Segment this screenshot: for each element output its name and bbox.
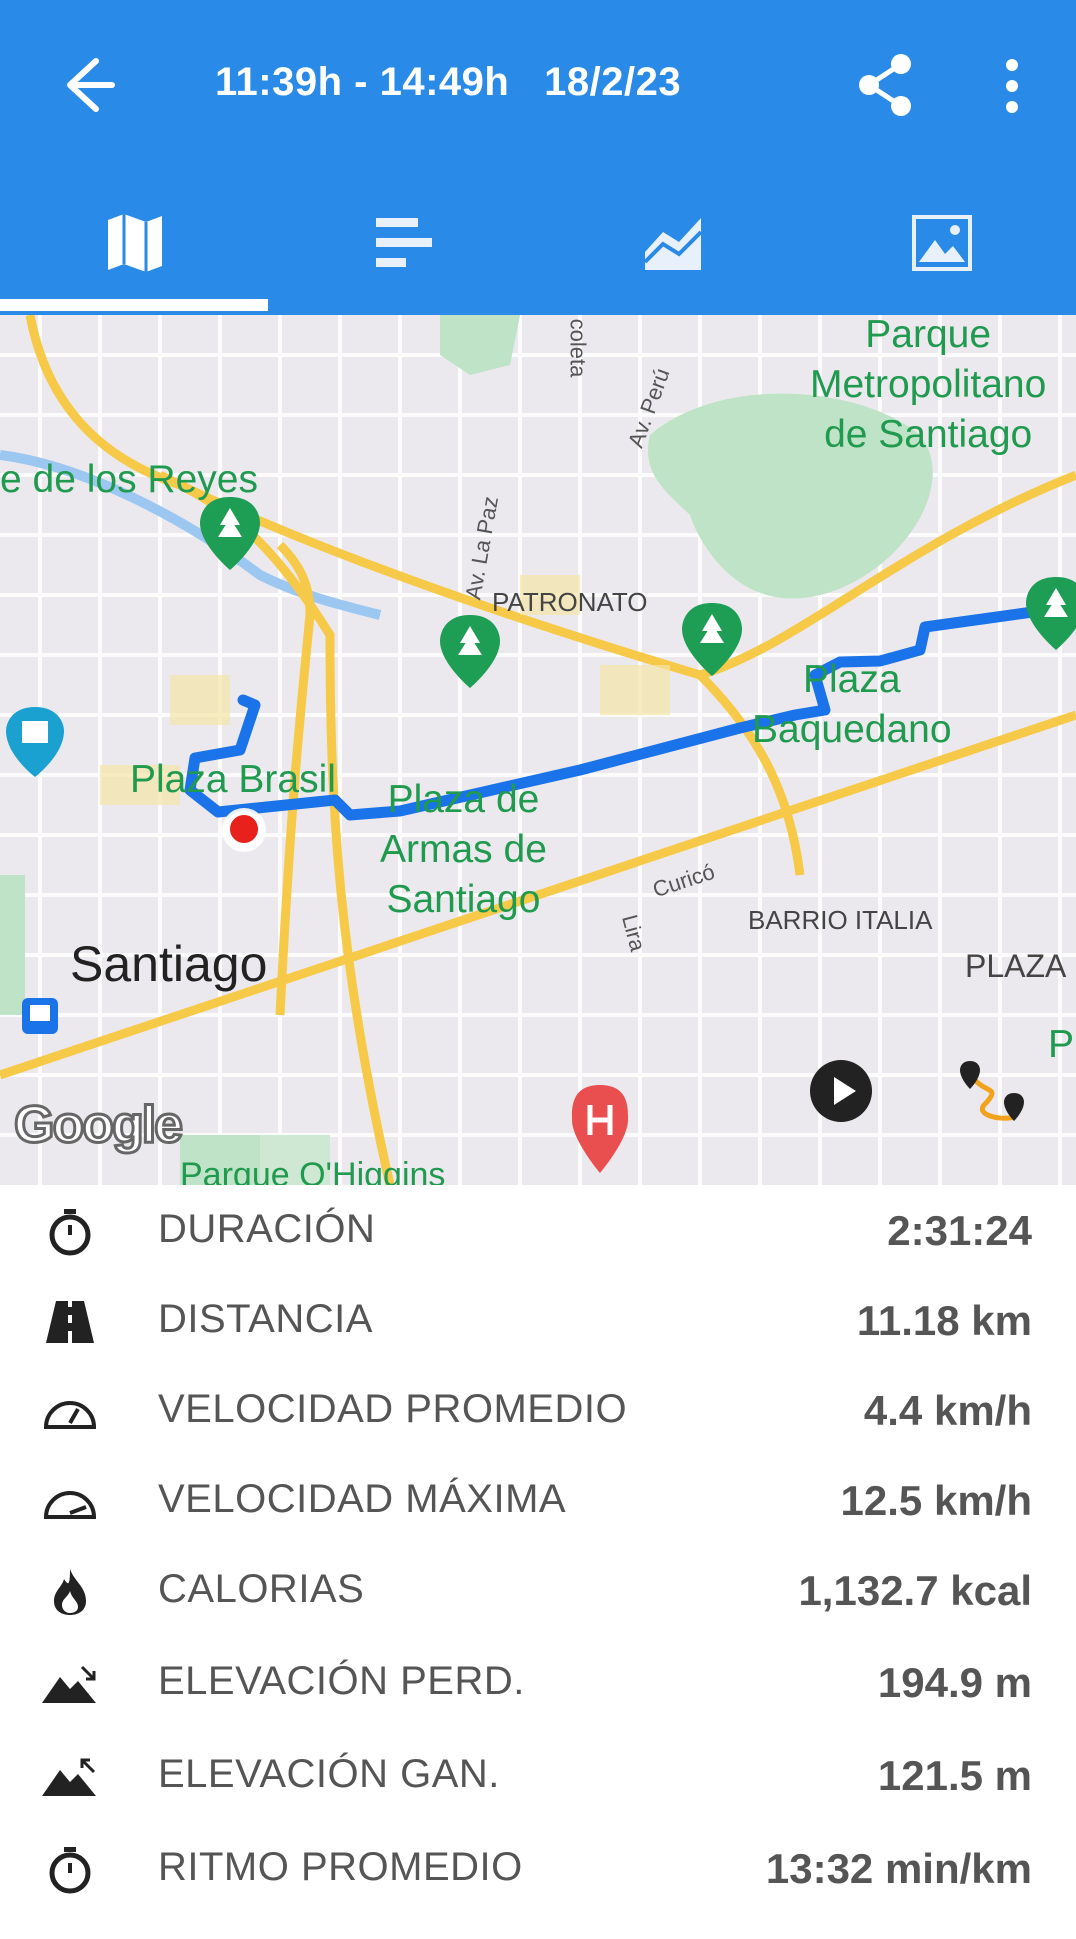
stat-label: VELOCIDAD PROMEDIO — [158, 1387, 628, 1431]
stat-row-distance: DISTANCIA 11.18 km — [0, 1275, 1076, 1365]
label-parque-metropolitano: Parque Metropolitano de Santiago — [810, 315, 1047, 456]
arrow-back-icon[interactable] — [50, 55, 120, 115]
tab-summary[interactable] — [269, 200, 538, 310]
stat-row-elevation-gain: ELEVACIÓN GAN. 121.5 m — [0, 1730, 1076, 1820]
stat-row-elevation-loss: ELEVACIÓN PERD. 194.9 m — [0, 1637, 1076, 1727]
speedometer-icon — [43, 1401, 97, 1429]
label-barrio-italia: BARRIO ITALIA — [748, 905, 933, 935]
flame-icon — [54, 1569, 86, 1615]
label-p-right: P — [1048, 1023, 1075, 1066]
start-marker — [226, 811, 262, 847]
bar-list-icon — [375, 218, 432, 267]
stat-value: 11.18 km — [856, 1297, 1032, 1344]
page-title: 11:39h - 14:49h 18/2/23 — [215, 60, 682, 104]
stat-label: ELEVACIÓN GAN. — [158, 1752, 500, 1796]
label-santiago: Santiago — [70, 936, 268, 992]
stopwatch-icon — [49, 1209, 91, 1256]
app-bar: 11:39h - 14:49h 18/2/23 — [0, 0, 1076, 315]
stat-value: 4.4 km/h — [863, 1387, 1032, 1434]
stat-label: CALORIAS — [158, 1567, 365, 1611]
tab-indicator — [0, 299, 268, 311]
stat-value: 194.9 m — [877, 1659, 1032, 1706]
play-icon — [834, 1077, 856, 1105]
tab-charts[interactable] — [538, 200, 807, 310]
share-icon[interactable] — [855, 52, 915, 118]
area-chart-icon — [643, 218, 702, 270]
stat-label: ELEVACIÓN PERD. — [158, 1659, 525, 1703]
stat-value: 121.5 m — [877, 1752, 1032, 1799]
label-parque-ohiggins: Parque O'Higgins — [180, 1156, 446, 1185]
google-logo: Google — [12, 1095, 184, 1156]
stat-row-calories: CALORIAS 1,132.7 kcal — [0, 1545, 1076, 1635]
stat-value: 1,132.7 kcal — [798, 1567, 1032, 1614]
stat-value: 13:32 min/km — [765, 1845, 1032, 1892]
stat-row-duration: DURACIÓN 2:31:24 — [0, 1185, 1076, 1275]
label-recoleta: coleta — [565, 318, 591, 378]
road-icon — [46, 1301, 94, 1343]
pace-stopwatch-icon — [49, 1847, 91, 1894]
tab-map[interactable] — [0, 200, 269, 310]
stat-label: DISTANCIA — [158, 1297, 373, 1341]
map-view[interactable]: Parque Metropolitano de Santiago e de lo… — [0, 315, 1076, 1185]
label-plaza-brasil: Plaza Brasil — [130, 758, 336, 801]
stat-label: RITMO PROMEDIO — [158, 1845, 523, 1889]
label-plaza-armas: Plaza de Armas de Santiago — [380, 778, 547, 921]
label-patronato: PATRONATO — [492, 587, 648, 617]
label-plaza-right: PLAZA — [965, 948, 1067, 984]
stat-value: 2:31:24 — [887, 1207, 1032, 1254]
stat-label: DURACIÓN — [158, 1207, 376, 1251]
elevation-up-icon — [42, 1758, 96, 1796]
image-icon — [911, 215, 972, 271]
stat-row-max-speed: VELOCIDAD MÁXIMA 12.5 km/h — [0, 1455, 1076, 1545]
stat-row-avg-speed: VELOCIDAD PROMEDIO 4.4 km/h — [0, 1365, 1076, 1455]
play-button[interactable] — [810, 1060, 872, 1122]
label-reyes: e de los Reyes — [0, 458, 258, 501]
stat-value: 12.5 km/h — [840, 1477, 1032, 1524]
more-vert-icon[interactable] — [992, 55, 1032, 117]
label-plaza-baquedano: Plaza Baquedano — [752, 658, 952, 751]
route-toggle-button[interactable] — [952, 1055, 1032, 1135]
route-icon — [960, 1061, 1024, 1121]
elevation-down-icon — [42, 1665, 96, 1703]
tab-photos[interactable] — [807, 200, 1076, 310]
map-icon — [107, 214, 162, 272]
stat-row-avg-pace: RITMO PROMEDIO 13:32 min/km — [0, 1823, 1076, 1913]
stat-label: VELOCIDAD MÁXIMA — [158, 1477, 567, 1521]
speedometer-max-icon — [43, 1491, 97, 1519]
